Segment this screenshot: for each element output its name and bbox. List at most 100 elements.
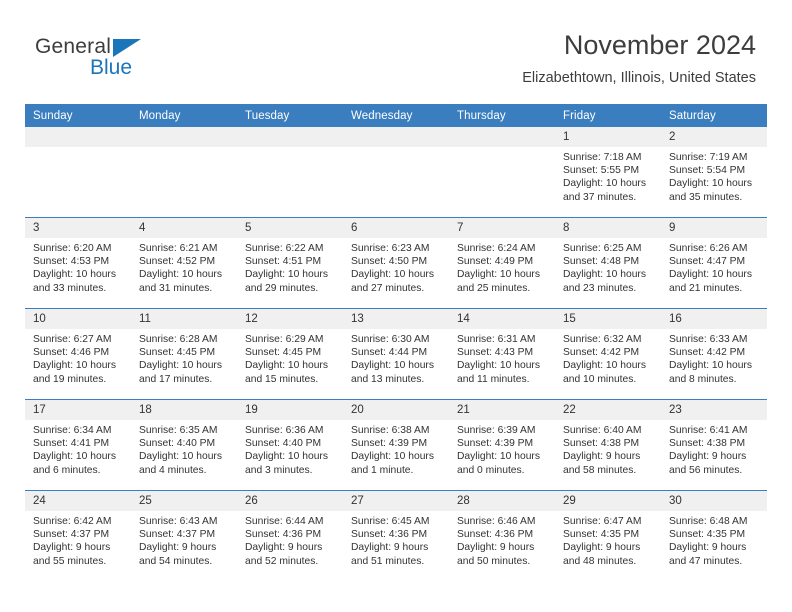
calendar-day-cell[interactable]: 14 Sunrise: 6:31 AM Sunset: 4:43 PM Dayligh… — [449, 308, 555, 400]
weekday-header-friday: Friday — [555, 104, 661, 127]
calendar-day-cell[interactable]: 7 Sunrise: 6:24 AM Sunset: 4:49 PM Daylight… — [449, 217, 555, 309]
daylight-text-line2: and 17 minutes. — [139, 373, 213, 385]
sunset-text: Sunset: 4:40 PM — [245, 438, 322, 450]
daylight-text-line2: and 25 minutes. — [457, 282, 531, 294]
weekday-header-monday: Monday — [131, 104, 237, 127]
calendar-day-cell[interactable]: 8 Sunrise: 6:25 AM Sunset: 4:48 PM Daylight… — [555, 217, 661, 309]
day-details: Sunrise: 6:42 AM Sunset: 4:37 PM Daylight:… — [25, 511, 131, 568]
calendar-day-cell[interactable]: 22 Sunrise: 6:40 AM Sunset: 4:38 PM Dayligh… — [555, 399, 661, 491]
day-number: 7 — [449, 218, 555, 238]
daylight-text-line1: Daylight: 10 hours — [245, 451, 328, 463]
daylight-text-line2: and 19 minutes. — [33, 373, 107, 385]
daylight-text-line2: and 48 minutes. — [563, 555, 637, 567]
calendar-day-cell[interactable]: 10 Sunrise: 6:27 AM Sunset: 4:46 PM Dayligh… — [25, 308, 131, 400]
calendar-week-row: 10 Sunrise: 6:27 AM Sunset: 4:46 PM Dayligh… — [25, 308, 767, 400]
day-number: 5 — [237, 218, 343, 238]
sunrise-text: Sunrise: 6:46 AM — [457, 516, 536, 527]
sunrise-text: Sunrise: 6:43 AM — [139, 516, 218, 527]
daylight-text-line2: and 50 minutes. — [457, 555, 531, 567]
calendar-day-cell[interactable]: 3 Sunrise: 6:20 AM Sunset: 4:53 PM Daylight… — [25, 217, 131, 309]
calendar-day-cell[interactable]: 20 Sunrise: 6:38 AM Sunset: 4:39 PM Dayligh… — [343, 399, 449, 491]
weekday-header-wednesday: Wednesday — [343, 104, 449, 127]
sunset-text: Sunset: 4:43 PM — [457, 347, 534, 359]
day-details: Sunrise: 6:29 AM Sunset: 4:45 PM Daylight:… — [237, 329, 343, 386]
sunrise-text: Sunrise: 6:28 AM — [139, 334, 218, 345]
calendar-day-cell[interactable]: 2 Sunrise: 7:19 AM Sunset: 5:54 PM Daylight… — [661, 127, 767, 218]
day-number: 17 — [25, 400, 131, 420]
day-number: 26 — [237, 491, 343, 511]
title-block: November 2024 Elizabethtown, Illinois, U… — [522, 28, 756, 88]
sunrise-text: Sunrise: 6:26 AM — [669, 243, 748, 254]
calendar-cell-empty — [343, 127, 449, 218]
sunrise-text: Sunrise: 6:34 AM — [33, 425, 112, 436]
daylight-text-line2: and 6 minutes. — [33, 464, 101, 476]
calendar-day-cell[interactable]: 30 Sunrise: 6:48 AM Sunset: 4:35 PM Dayligh… — [661, 490, 767, 581]
sunset-text: Sunset: 4:36 PM — [351, 529, 428, 541]
daylight-text-line2: and 10 minutes. — [563, 373, 637, 385]
sunrise-text: Sunrise: 6:35 AM — [139, 425, 218, 436]
calendar-day-cell[interactable]: 1 Sunrise: 7:18 AM Sunset: 5:55 PM Daylight… — [555, 127, 661, 218]
sunset-text: Sunset: 4:35 PM — [563, 529, 640, 541]
calendar-day-cell[interactable]: 27 Sunrise: 6:45 AM Sunset: 4:36 PM Dayligh… — [343, 490, 449, 581]
sunset-text: Sunset: 4:44 PM — [351, 347, 428, 359]
sunset-text: Sunset: 4:42 PM — [669, 347, 746, 359]
calendar-day-cell[interactable]: 5 Sunrise: 6:22 AM Sunset: 4:51 PM Daylight… — [237, 217, 343, 309]
day-number: 28 — [449, 491, 555, 511]
calendar-day-cell[interactable]: 26 Sunrise: 6:44 AM Sunset: 4:36 PM Dayligh… — [237, 490, 343, 581]
calendar-day-cell[interactable]: 24 Sunrise: 6:42 AM Sunset: 4:37 PM Dayligh… — [25, 490, 131, 581]
sunset-text: Sunset: 4:47 PM — [669, 256, 746, 268]
calendar-day-cell[interactable]: 11 Sunrise: 6:28 AM Sunset: 4:45 PM Dayligh… — [131, 308, 237, 400]
sunset-text: Sunset: 4:50 PM — [351, 256, 428, 268]
daylight-text-line2: and 31 minutes. — [139, 282, 213, 294]
day-details: Sunrise: 6:31 AM Sunset: 4:43 PM Daylight:… — [449, 329, 555, 386]
calendar-day-cell[interactable]: 21 Sunrise: 6:39 AM Sunset: 4:39 PM Dayligh… — [449, 399, 555, 491]
weekday-header-sunday: Sunday — [25, 104, 131, 127]
day-number: 19 — [237, 400, 343, 420]
sunset-text: Sunset: 5:55 PM — [563, 165, 640, 177]
calendar-day-cell[interactable]: 12 Sunrise: 6:29 AM Sunset: 4:45 PM Dayligh… — [237, 308, 343, 400]
day-number: 15 — [555, 309, 661, 329]
daylight-text-line2: and 47 minutes. — [669, 555, 743, 567]
daylight-text-line1: Daylight: 10 hours — [33, 451, 116, 463]
daylight-text-line2: and 8 minutes. — [669, 373, 737, 385]
daylight-text-line1: Daylight: 9 hours — [351, 542, 429, 554]
day-number: 27 — [343, 491, 449, 511]
calendar-day-cell[interactable]: 13 Sunrise: 6:30 AM Sunset: 4:44 PM Dayligh… — [343, 308, 449, 400]
calendar-day-cell[interactable]: 6 Sunrise: 6:23 AM Sunset: 4:50 PM Daylight… — [343, 217, 449, 309]
daylight-text-line2: and 37 minutes. — [563, 191, 637, 203]
calendar-day-cell[interactable]: 23 Sunrise: 6:41 AM Sunset: 4:38 PM Dayligh… — [661, 399, 767, 491]
calendar-day-cell[interactable]: 25 Sunrise: 6:43 AM Sunset: 4:37 PM Dayligh… — [131, 490, 237, 581]
calendar-day-cell[interactable]: 9 Sunrise: 6:26 AM Sunset: 4:47 PM Daylight… — [661, 217, 767, 309]
daylight-text-line2: and 1 minute. — [351, 464, 414, 476]
calendar-day-cell[interactable]: 15 Sunrise: 6:32 AM Sunset: 4:42 PM Dayligh… — [555, 308, 661, 400]
day-number: 16 — [661, 309, 767, 329]
day-number: 1 — [555, 127, 661, 147]
day-number — [237, 127, 343, 147]
day-details: Sunrise: 6:20 AM Sunset: 4:53 PM Daylight:… — [25, 238, 131, 295]
calendar-day-cell[interactable]: 16 Sunrise: 6:33 AM Sunset: 4:42 PM Dayligh… — [661, 308, 767, 400]
calendar-day-cell[interactable]: 4 Sunrise: 6:21 AM Sunset: 4:52 PM Daylight… — [131, 217, 237, 309]
logo-text-general: General — [35, 35, 112, 58]
calendar-day-cell[interactable]: 29 Sunrise: 6:47 AM Sunset: 4:35 PM Dayligh… — [555, 490, 661, 581]
sunrise-text: Sunrise: 6:32 AM — [563, 334, 642, 345]
sunrise-text: Sunrise: 6:40 AM — [563, 425, 642, 436]
calendar-day-cell[interactable]: 17 Sunrise: 6:34 AM Sunset: 4:41 PM Dayligh… — [25, 399, 131, 491]
sunset-text: Sunset: 5:54 PM — [669, 165, 746, 177]
calendar-day-cell[interactable]: 28 Sunrise: 6:46 AM Sunset: 4:36 PM Dayligh… — [449, 490, 555, 581]
calendar-day-cell[interactable]: 18 Sunrise: 6:35 AM Sunset: 4:40 PM Dayligh… — [131, 399, 237, 491]
daylight-text-line1: Daylight: 9 hours — [563, 451, 641, 463]
calendar-day-cell[interactable]: 19 Sunrise: 6:36 AM Sunset: 4:40 PM Dayligh… — [237, 399, 343, 491]
daylight-text-line1: Daylight: 10 hours — [33, 269, 116, 281]
daylight-text-line2: and 33 minutes. — [33, 282, 107, 294]
day-details: Sunrise: 6:35 AM Sunset: 4:40 PM Daylight:… — [131, 420, 237, 477]
general-blue-logo[interactable]: General Blue — [35, 36, 215, 86]
day-number — [131, 127, 237, 147]
sunrise-text: Sunrise: 6:45 AM — [351, 516, 430, 527]
day-details: Sunrise: 6:26 AM Sunset: 4:47 PM Daylight:… — [661, 238, 767, 295]
day-details: Sunrise: 6:40 AM Sunset: 4:38 PM Daylight:… — [555, 420, 661, 477]
day-number: 8 — [555, 218, 661, 238]
day-number: 20 — [343, 400, 449, 420]
daylight-text-line1: Daylight: 10 hours — [457, 451, 540, 463]
sunset-text: Sunset: 4:38 PM — [563, 438, 640, 450]
sunrise-text: Sunrise: 7:19 AM — [669, 152, 748, 163]
